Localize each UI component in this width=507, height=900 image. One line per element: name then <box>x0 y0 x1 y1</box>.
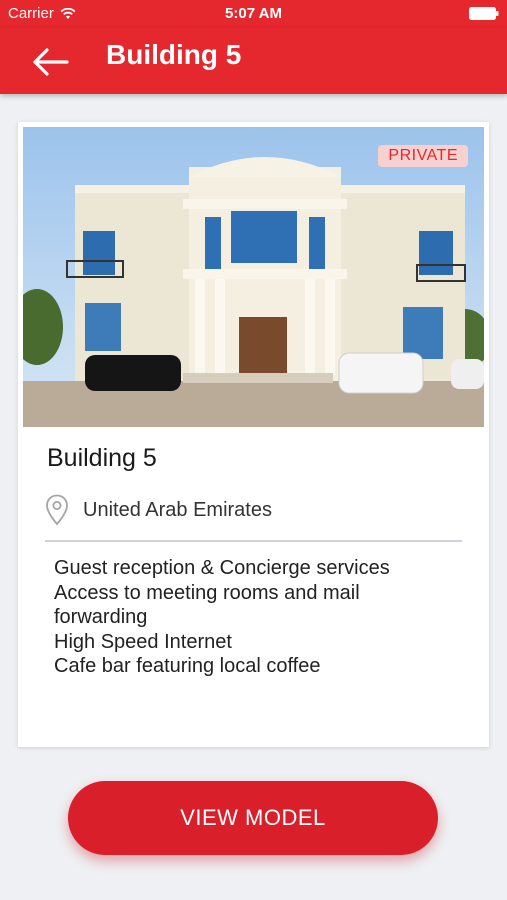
building-card: PRIVATE Building 5 United Arab Emirates … <box>18 122 489 747</box>
feature-list: Guest reception & Concierge services Acc… <box>54 556 434 679</box>
status-time: 5:07 AM <box>225 5 282 22</box>
feature-item: High Speed Internet <box>54 630 232 653</box>
view-model-button[interactable]: VIEW MODEL <box>68 781 438 855</box>
feature-item: Access to meeting rooms and mail forward… <box>54 581 360 629</box>
divider <box>45 540 462 542</box>
status-bar: Carrier 5:07 AM <box>0 0 507 28</box>
back-button[interactable] <box>28 40 72 84</box>
map-pin-icon <box>46 494 68 526</box>
app-header: Building 5 <box>0 28 507 94</box>
privacy-badge: PRIVATE <box>378 145 468 167</box>
feature-item: Cafe bar featuring local coffee <box>54 655 321 677</box>
feature-item: Guest reception & Concierge services <box>54 557 390 579</box>
location-text: United Arab Emirates <box>83 498 272 521</box>
building-photo: PRIVATE <box>23 127 484 427</box>
page-title: Building 5 <box>106 39 242 70</box>
location-row: United Arab Emirates <box>45 494 272 526</box>
battery-icon <box>469 7 499 20</box>
building-title: Building 5 <box>47 444 157 472</box>
arrow-left-icon <box>33 48 69 76</box>
